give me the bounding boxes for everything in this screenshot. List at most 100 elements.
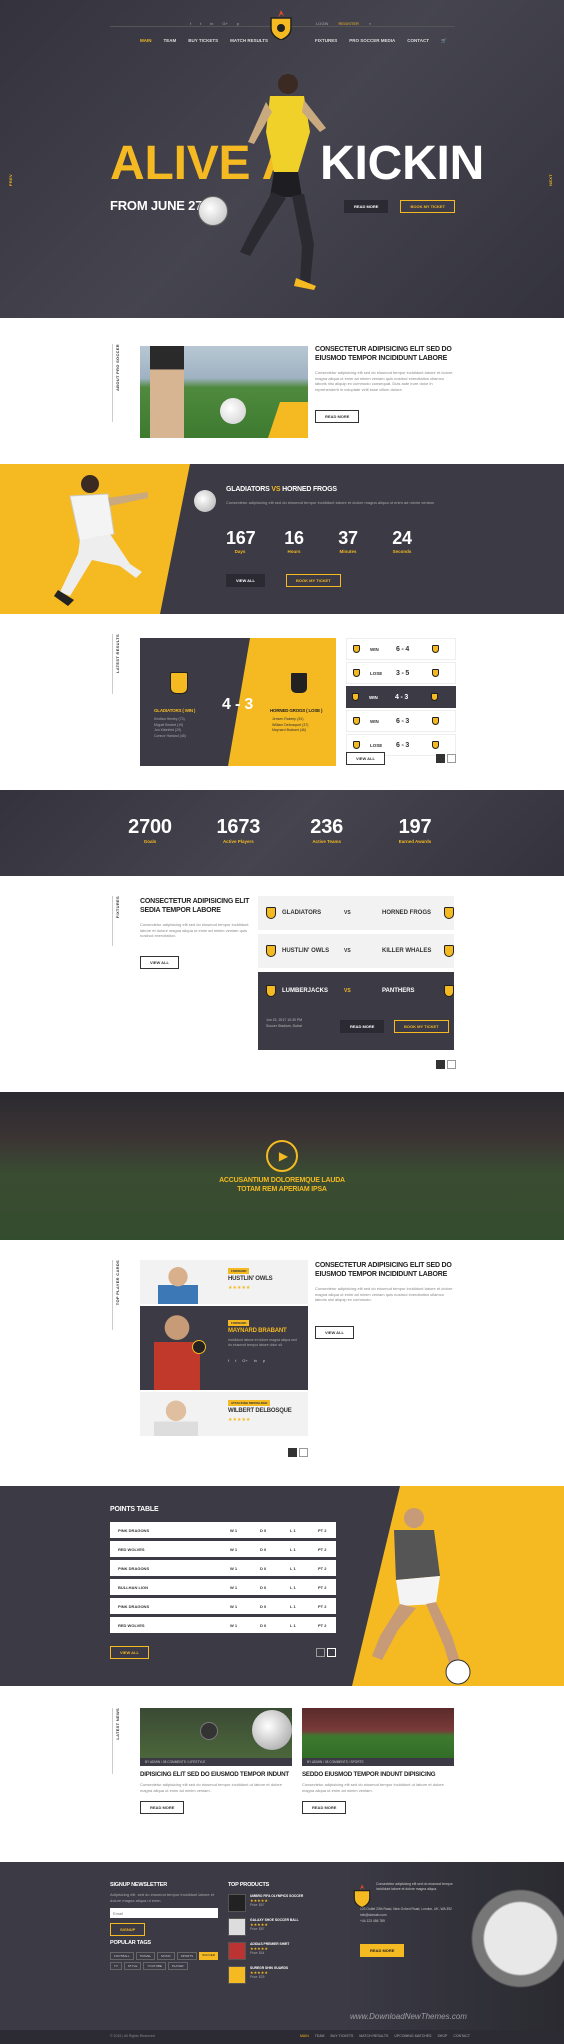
footer-link[interactable]: SHOP — [437, 2034, 447, 2038]
player-social-icons[interactable]: f t G+ in p — [228, 1358, 265, 1363]
news-read-more-button[interactable]: READ MORE — [302, 1801, 347, 1814]
nav-team[interactable]: TEAM — [164, 38, 177, 43]
main-nav-left: MAIN TEAM BUY TICKETS MATCH RESULTS — [140, 38, 268, 43]
page-prev[interactable] — [288, 1448, 297, 1457]
nav-main[interactable]: MAIN — [140, 38, 152, 43]
tag[interactable]: TV — [110, 1962, 122, 1970]
nav-buy-tickets[interactable]: BUY TICKETS — [188, 38, 218, 43]
login-link[interactable]: LOGIN — [316, 21, 328, 26]
player-card[interactable]: ATTACKING MIDFIELDER WILBERT DELBOSQUE ★… — [140, 1392, 308, 1436]
countdown-text: Consectetur adipisicing elit sed do eius… — [226, 500, 435, 505]
cart-icon[interactable]: 🛒 — [441, 38, 447, 44]
news-card[interactable]: BY ADMIN / 08 COMMENTS / LIFESTYLE DIPIS… — [140, 1708, 292, 1848]
points-row[interactable]: PINK DRAGONS W 1D 0L 1 PT 2 — [110, 1560, 336, 1576]
video-play-button[interactable]: ▶ — [266, 1140, 298, 1172]
social-links: f t in G+ p — [190, 21, 239, 26]
players-view-all-button[interactable]: VIEW ALL — [315, 1326, 354, 1339]
footer-link[interactable]: CONTACT — [453, 2034, 470, 2038]
page-next[interactable] — [299, 1448, 308, 1457]
hero-next[interactable]: NEXT — [548, 174, 553, 186]
fixture-book-ticket-button[interactable]: BOOK MY TICKET — [394, 1020, 449, 1033]
points-view-all-button[interactable]: VIEW ALL — [110, 1646, 149, 1659]
footer-link[interactable]: UPCOMING MATCHES — [394, 2034, 431, 2038]
twitter-icon[interactable]: t — [200, 21, 201, 26]
fixture-card[interactable]: HUSTLIN' OWLS VS KILLER WHALES — [258, 934, 454, 968]
fixtures-view-all-button[interactable]: VIEW ALL — [140, 956, 179, 969]
tag[interactable]: PLAYER — [167, 1962, 188, 1970]
product-item[interactable]: SUREGR SHIN GUARDS ★★★★★ Price: $29 — [228, 1966, 338, 1990]
countdown-view-all-button[interactable]: VIEW ALL — [226, 574, 265, 587]
footer-contact: 123 Outlet 23th Road, New Oxford Road, L… — [360, 1906, 456, 1924]
tag[interactable]: YOUTUBE — [143, 1962, 166, 1970]
points-row[interactable]: BULLHAN LION W 1D 0L 1 PT 2 — [110, 1579, 336, 1595]
player-name: WILBERT DELBOSQUE — [228, 1408, 292, 1414]
result-row-active[interactable]: WIN 4 - 3 — [346, 686, 456, 708]
hero-book-ticket-button[interactable]: BOOK MY TICKET — [400, 200, 456, 213]
about-title: CONSECTETUR ADIPISICING ELIT SED DO EIUS… — [315, 346, 452, 362]
google-plus-icon[interactable]: G+ — [222, 21, 227, 26]
tag[interactable]: MUSIC — [157, 1952, 175, 1960]
page-prev[interactable] — [436, 1060, 445, 1069]
hero-prev[interactable]: PREV — [8, 174, 13, 186]
tag[interactable]: SPORTS — [176, 1952, 198, 1960]
footer-link[interactable]: MAIN — [300, 2034, 309, 2038]
product-item[interactable]: UMBRO FIFA OLYMPICS SOCCER ★★★★★ Price: $6… — [228, 1894, 338, 1918]
newsletter-signup-button[interactable]: SIGNUP — [110, 1923, 146, 1936]
product-thumb — [228, 1918, 246, 1936]
pinterest-icon[interactable]: p — [237, 21, 239, 26]
facebook-icon[interactable]: f — [190, 21, 191, 26]
hero-read-more-button[interactable]: READ MORE — [344, 200, 389, 213]
result-main-card: 4 - 3 GLADIATORS ( WIN ) HORNED GROGS ( … — [140, 638, 336, 766]
product-item[interactable]: GALAXY SHOE SOCCER BALL ★★★★★ Price: $87 — [228, 1918, 338, 1942]
fixture-read-more-button[interactable]: READ MORE — [340, 1020, 385, 1033]
news-side-label: LATEST NEWS — [115, 1708, 120, 1740]
linkedin-icon[interactable]: in — [210, 21, 213, 26]
news-read-more-button[interactable]: READ MORE — [140, 1801, 185, 1814]
nav-fixtures[interactable]: FIXTURES — [315, 38, 337, 44]
footer-read-more-button[interactable]: READ MORE — [360, 1944, 405, 1957]
points-row[interactable]: RED WOLVES W 1D 0L 1 PT 2 — [110, 1541, 336, 1557]
footer-link[interactable]: TEAM — [315, 2034, 325, 2038]
points-pagination — [316, 1648, 336, 1657]
copyright: © 2015 | All Rights Reserved — [110, 2034, 155, 2038]
footer-link[interactable]: MATCH RESULTS — [359, 2034, 388, 2038]
news-image — [140, 1708, 292, 1764]
player-name: MAYNARD BRABANT — [228, 1328, 287, 1334]
search-icon[interactable]: ⌕ — [369, 21, 371, 26]
countdown-book-ticket-button[interactable]: BOOK MY TICKET — [286, 574, 341, 587]
result-row[interactable]: WIN 6 - 3 — [346, 710, 456, 732]
points-row[interactable]: PINK DRAGONS W 1D 0L 1 PT 2 — [110, 1598, 336, 1614]
nav-pro-soccer-media[interactable]: PRO SOCCER MEDIA — [349, 38, 395, 44]
tag[interactable]: STYLE — [123, 1962, 142, 1970]
tag[interactable]: FOOTBALL — [110, 1952, 134, 1960]
page-prev[interactable] — [436, 754, 445, 763]
site-logo[interactable] — [268, 10, 294, 41]
fixtures-pagination — [436, 1060, 456, 1069]
player-card-active[interactable]: FORWARD MAYNARD BRABANT Incididunt labor… — [140, 1306, 308, 1390]
fixture-card-active[interactable]: LUMBERJACKS VS PANTHERS Jun 15, 2017 10:30… — [258, 972, 454, 1050]
newsletter-email-input[interactable] — [110, 1908, 218, 1918]
nav-match-results[interactable]: MATCH RESULTS — [230, 38, 268, 43]
register-link[interactable]: REGISTER — [338, 21, 358, 26]
about-read-more-button[interactable]: READ MORE — [315, 410, 360, 423]
tag-active[interactable]: SOCCER — [199, 1952, 218, 1960]
footer-link[interactable]: BUY TICKETS — [330, 2034, 353, 2038]
page-next[interactable] — [327, 1648, 336, 1657]
page-next[interactable] — [447, 754, 456, 763]
tag[interactable]: TRAVEL — [135, 1952, 156, 1960]
page-prev[interactable] — [316, 1648, 325, 1657]
result-row[interactable]: WIN 6 - 4 — [346, 638, 456, 660]
fixture-card[interactable]: GLADIATORS VS HORNED FROGS — [258, 896, 454, 930]
points-row[interactable]: PINK DRAGONS W 1D 0L 1 PT 2 — [110, 1522, 336, 1538]
countdown-hours: 16 Hours — [284, 528, 304, 554]
result-row[interactable]: LOSE 3 - 5 — [346, 662, 456, 684]
product-item[interactable]: ADIDAS PREMIER SHIRT ★★★★★ Price: $44 — [228, 1942, 338, 1966]
results-view-all-button[interactable]: VIEW ALL — [346, 752, 385, 765]
nav-contact[interactable]: CONTACT — [407, 38, 429, 44]
news-card[interactable]: BY ADMIN / 08 COMMENTS / SPORTS SEDDO EI… — [302, 1708, 454, 1848]
points-row[interactable]: RED WOLVES W 1D 0L 1 PT 2 — [110, 1617, 336, 1633]
player-card[interactable]: FORWARD HUSTLIN' OWLS ★★★★★ — [140, 1260, 308, 1304]
player-link-icon[interactable] — [192, 1340, 206, 1354]
player-avatar — [154, 1394, 198, 1436]
page-next[interactable] — [447, 1060, 456, 1069]
